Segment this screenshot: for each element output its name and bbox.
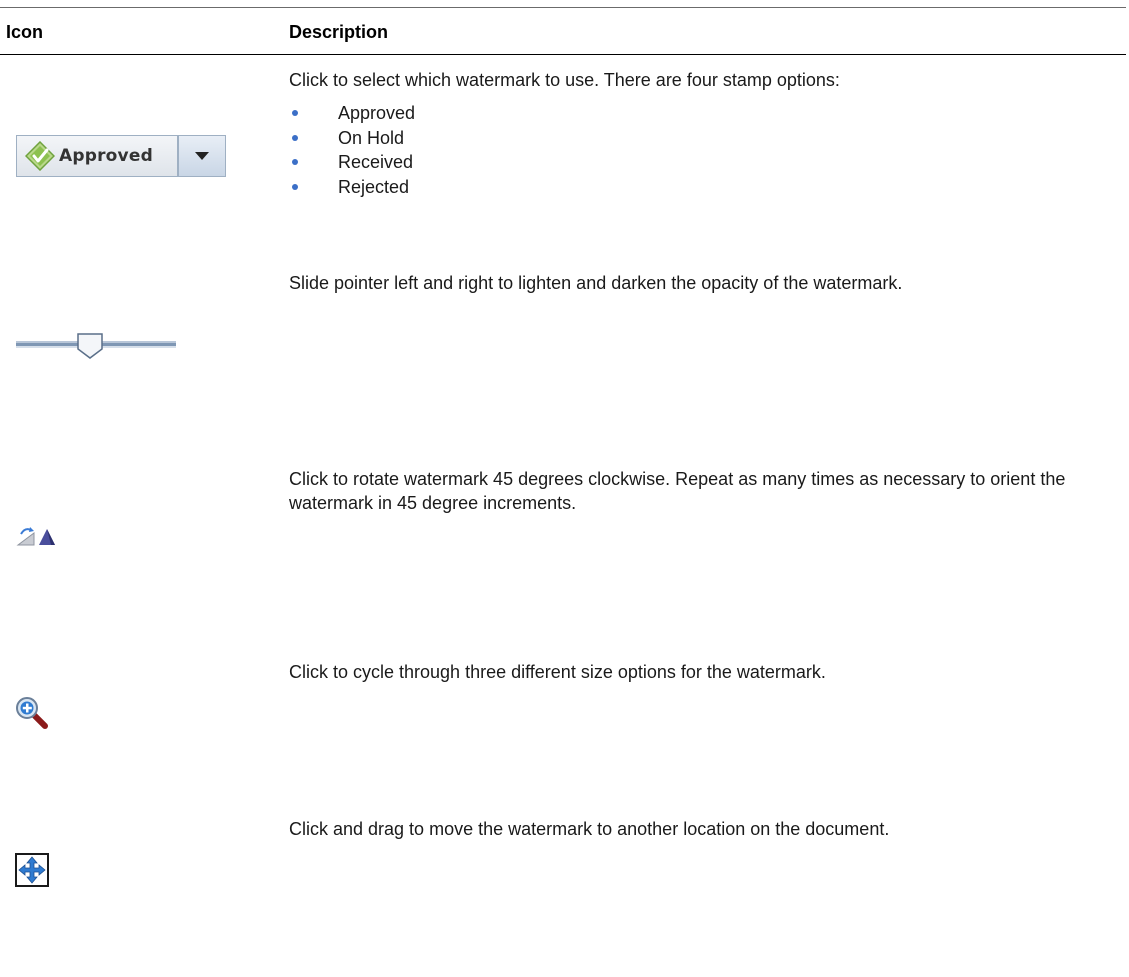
opacity-slider[interactable] (16, 331, 176, 361)
list-item: On Hold (289, 126, 415, 151)
dropdown-arrow-button[interactable] (178, 135, 226, 177)
watermark-select-label: Approved (59, 146, 153, 166)
column-header-description: Description (289, 22, 389, 42)
row-description-stamp: Click to select which watermark to use. … (289, 70, 840, 90)
table-top-rule (0, 7, 1126, 8)
move-icon[interactable] (15, 853, 49, 887)
table-header-rule (0, 54, 1126, 55)
column-header-icon: Icon (6, 22, 44, 42)
zoom-in-icon[interactable] (15, 697, 51, 729)
list-item: Received (289, 150, 415, 175)
row-description-opacity: Slide pointer left and right to lighten … (289, 273, 903, 293)
slider-thumb[interactable] (77, 333, 103, 359)
list-item: Rejected (289, 175, 415, 200)
rotate-icon[interactable] (16, 525, 56, 547)
stamp-options-list: Approved On Hold Received Rejected (289, 101, 415, 199)
chevron-down-icon (195, 152, 209, 160)
watermark-select-field[interactable]: Approved (16, 135, 178, 177)
row-description-move: Click and drag to move the watermark to … (289, 819, 890, 839)
row-description-size: Click to cycle through three different s… (289, 662, 826, 682)
approved-check-icon (25, 141, 55, 171)
row-description-rotate: Click to rotate watermark 45 degrees clo… (289, 469, 1066, 513)
list-item: Approved (289, 101, 415, 126)
watermark-select-dropdown[interactable]: Approved (16, 135, 226, 179)
